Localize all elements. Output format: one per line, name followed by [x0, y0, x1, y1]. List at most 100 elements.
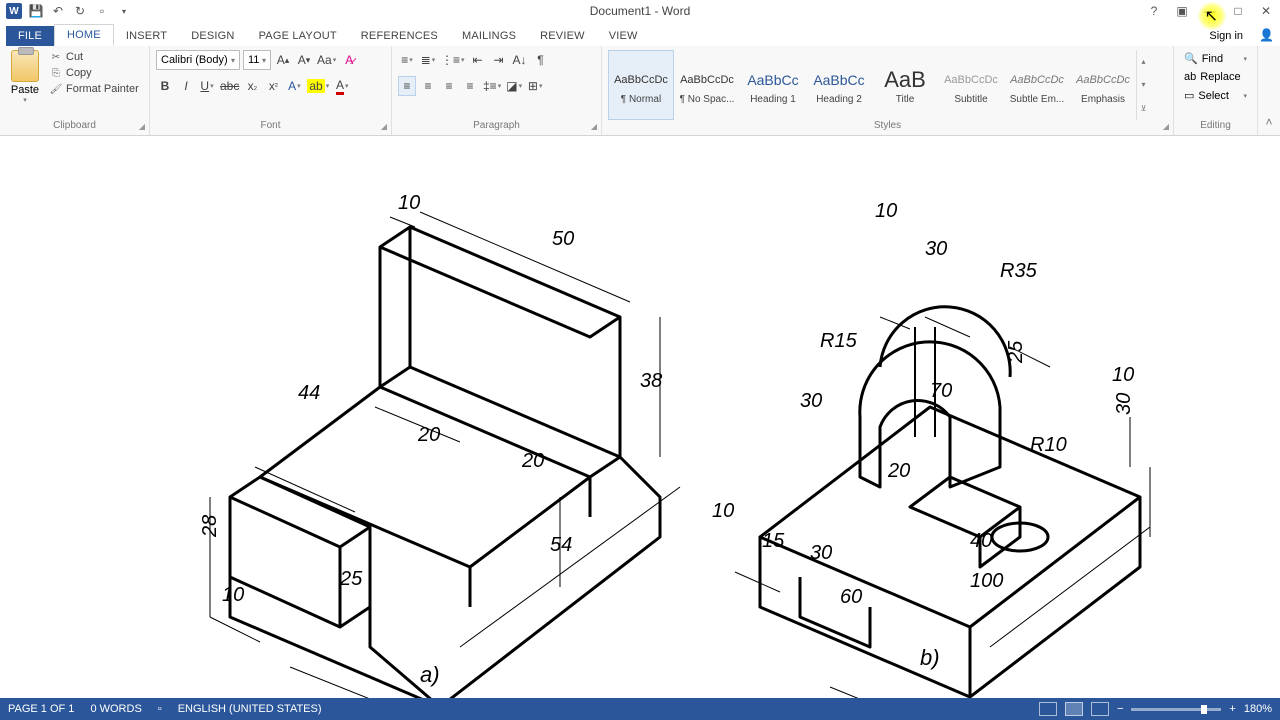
undo-icon[interactable]: ↶: [50, 3, 66, 19]
subscript-button[interactable]: x₂: [243, 76, 261, 96]
line-spacing-button[interactable]: ‡≡▾: [482, 76, 502, 96]
increase-indent-button[interactable]: ⇥: [490, 50, 508, 70]
shading-button[interactable]: ◪▾: [505, 76, 523, 96]
user-icon[interactable]: 👤: [1253, 24, 1280, 46]
minimize-icon[interactable]: —: [1200, 3, 1220, 19]
format-painter-button[interactable]: 🖌Format Painter: [48, 82, 141, 96]
align-left-button[interactable]: ≡: [398, 76, 416, 96]
dim-text: R10: [1030, 434, 1067, 456]
dim-text: 44: [298, 382, 320, 404]
font-name-combo[interactable]: Calibri (Body)▾: [156, 50, 240, 70]
font-color-button[interactable]: A▾: [333, 76, 351, 96]
maximize-icon[interactable]: □: [1228, 3, 1248, 19]
cut-button[interactable]: ✂Cut: [48, 50, 141, 64]
font-launcher-icon[interactable]: ◢: [381, 122, 387, 131]
style-subtitle[interactable]: AaBbCcDcSubtitle: [938, 50, 1004, 120]
proofing-icon[interactable]: ▫: [158, 703, 162, 715]
styles-launcher-icon[interactable]: ◢: [1163, 122, 1169, 131]
tab-file[interactable]: FILE: [6, 26, 54, 46]
replace-button[interactable]: abReplace: [1180, 69, 1251, 85]
bold-button[interactable]: B: [156, 76, 174, 96]
web-layout-icon[interactable]: [1091, 702, 1109, 716]
dim-text: 10: [398, 192, 420, 214]
tab-insert[interactable]: INSERT: [114, 26, 179, 46]
superscript-button[interactable]: x²: [264, 76, 282, 96]
sign-in-link[interactable]: Sign in: [1199, 26, 1253, 46]
style-no-spacing[interactable]: AaBbCcDc¶ No Spac...: [674, 50, 740, 120]
styles-more-icon[interactable]: ⊻: [1137, 97, 1150, 120]
collapse-ribbon-icon[interactable]: ˄: [1258, 46, 1280, 135]
show-marks-button[interactable]: ¶: [532, 50, 550, 70]
style-title[interactable]: AaBTitle: [872, 50, 938, 120]
select-button[interactable]: ▭Select▾: [1180, 87, 1251, 104]
close-icon[interactable]: ✕: [1256, 3, 1276, 19]
styles-scroll-up-icon[interactable]: ▴: [1137, 50, 1150, 73]
clipboard-group-label: Clipboard: [6, 120, 143, 133]
word-count[interactable]: 0 WORDS: [90, 703, 141, 715]
dim-text: 54: [550, 534, 572, 556]
document-canvas[interactable]: 10 50 44 20 20 38 54 25 10 28 10 30 R35 …: [0, 136, 1280, 698]
style-heading1[interactable]: AaBbCcHeading 1: [740, 50, 806, 120]
justify-button[interactable]: ≡: [461, 76, 479, 96]
sort-button[interactable]: A↓: [511, 50, 529, 70]
zoom-level[interactable]: 180%: [1244, 703, 1272, 715]
highlight-button[interactable]: ab▾: [306, 76, 330, 96]
dim-text: 10: [1112, 364, 1134, 386]
tab-review[interactable]: REVIEW: [528, 26, 597, 46]
dim-text: 50: [552, 228, 574, 250]
bullets-button[interactable]: ≡▾: [398, 50, 416, 70]
dim-text: 10: [222, 584, 244, 606]
new-doc-icon[interactable]: ▫: [94, 3, 110, 19]
numbering-button[interactable]: ≣▾: [419, 50, 437, 70]
save-icon[interactable]: 💾: [28, 3, 44, 19]
strikethrough-button[interactable]: abc: [219, 76, 240, 96]
tab-references[interactable]: REFERENCES: [349, 26, 450, 46]
italic-button[interactable]: I: [177, 76, 195, 96]
change-case-button[interactable]: Aa▾: [316, 50, 337, 70]
page-status[interactable]: PAGE 1 OF 1: [8, 703, 74, 715]
tab-view[interactable]: VIEW: [597, 26, 650, 46]
style-normal[interactable]: AaBbCcDc¶ Normal: [608, 50, 674, 120]
dim-text: R15: [820, 330, 858, 352]
dim-text: 30: [810, 542, 832, 564]
font-size-combo[interactable]: 11▾: [243, 50, 271, 70]
redo-icon[interactable]: ↻: [72, 3, 88, 19]
paste-button[interactable]: Paste ▾: [6, 50, 44, 104]
print-layout-icon[interactable]: [1065, 702, 1083, 716]
zoom-out-icon[interactable]: −: [1117, 703, 1123, 715]
clipboard-launcher-icon[interactable]: ◢: [139, 122, 145, 131]
language-status[interactable]: ENGLISH (UNITED STATES): [178, 703, 322, 715]
copy-icon: ⎘: [50, 67, 62, 79]
dim-text: 20: [521, 450, 544, 472]
zoom-slider[interactable]: [1131, 708, 1221, 711]
underline-button[interactable]: U▾: [198, 76, 216, 96]
text-effects-button[interactable]: A▾: [285, 76, 303, 96]
align-center-button[interactable]: ≡: [419, 76, 437, 96]
dim-text: 25: [1005, 340, 1027, 364]
tab-page-layout[interactable]: PAGE LAYOUT: [247, 26, 349, 46]
ribbon-display-icon[interactable]: ▣: [1172, 3, 1192, 19]
clear-formatting-button[interactable]: A̷: [340, 50, 358, 70]
find-button[interactable]: 🔍Find▾: [1180, 50, 1251, 67]
borders-button[interactable]: ⊞▾: [526, 76, 544, 96]
align-right-button[interactable]: ≡: [440, 76, 458, 96]
dim-text: 30: [800, 390, 822, 412]
tab-mailings[interactable]: MAILINGS: [450, 26, 528, 46]
styles-scroll-down-icon[interactable]: ▾: [1137, 73, 1150, 96]
style-subtle-em[interactable]: AaBbCcDcSubtle Em...: [1004, 50, 1070, 120]
shrink-font-button[interactable]: A▾: [295, 50, 313, 70]
style-emphasis[interactable]: AaBbCcDcEmphasis: [1070, 50, 1136, 120]
multilevel-button[interactable]: ⋮≡▾: [440, 50, 466, 70]
style-heading2[interactable]: AaBbCcHeading 2: [806, 50, 872, 120]
qat-more-icon[interactable]: ▾: [116, 3, 132, 19]
dim-text: 10: [712, 500, 734, 522]
read-mode-icon[interactable]: [1039, 702, 1057, 716]
decrease-indent-button[interactable]: ⇤: [469, 50, 487, 70]
paragraph-launcher-icon[interactable]: ◢: [591, 122, 597, 131]
tab-design[interactable]: DESIGN: [179, 26, 246, 46]
grow-font-button[interactable]: A▴: [274, 50, 292, 70]
tab-home[interactable]: HOME: [54, 24, 114, 46]
zoom-in-icon[interactable]: +: [1229, 703, 1235, 715]
copy-button[interactable]: ⎘Copy: [48, 66, 141, 80]
help-icon[interactable]: ?: [1144, 3, 1164, 19]
